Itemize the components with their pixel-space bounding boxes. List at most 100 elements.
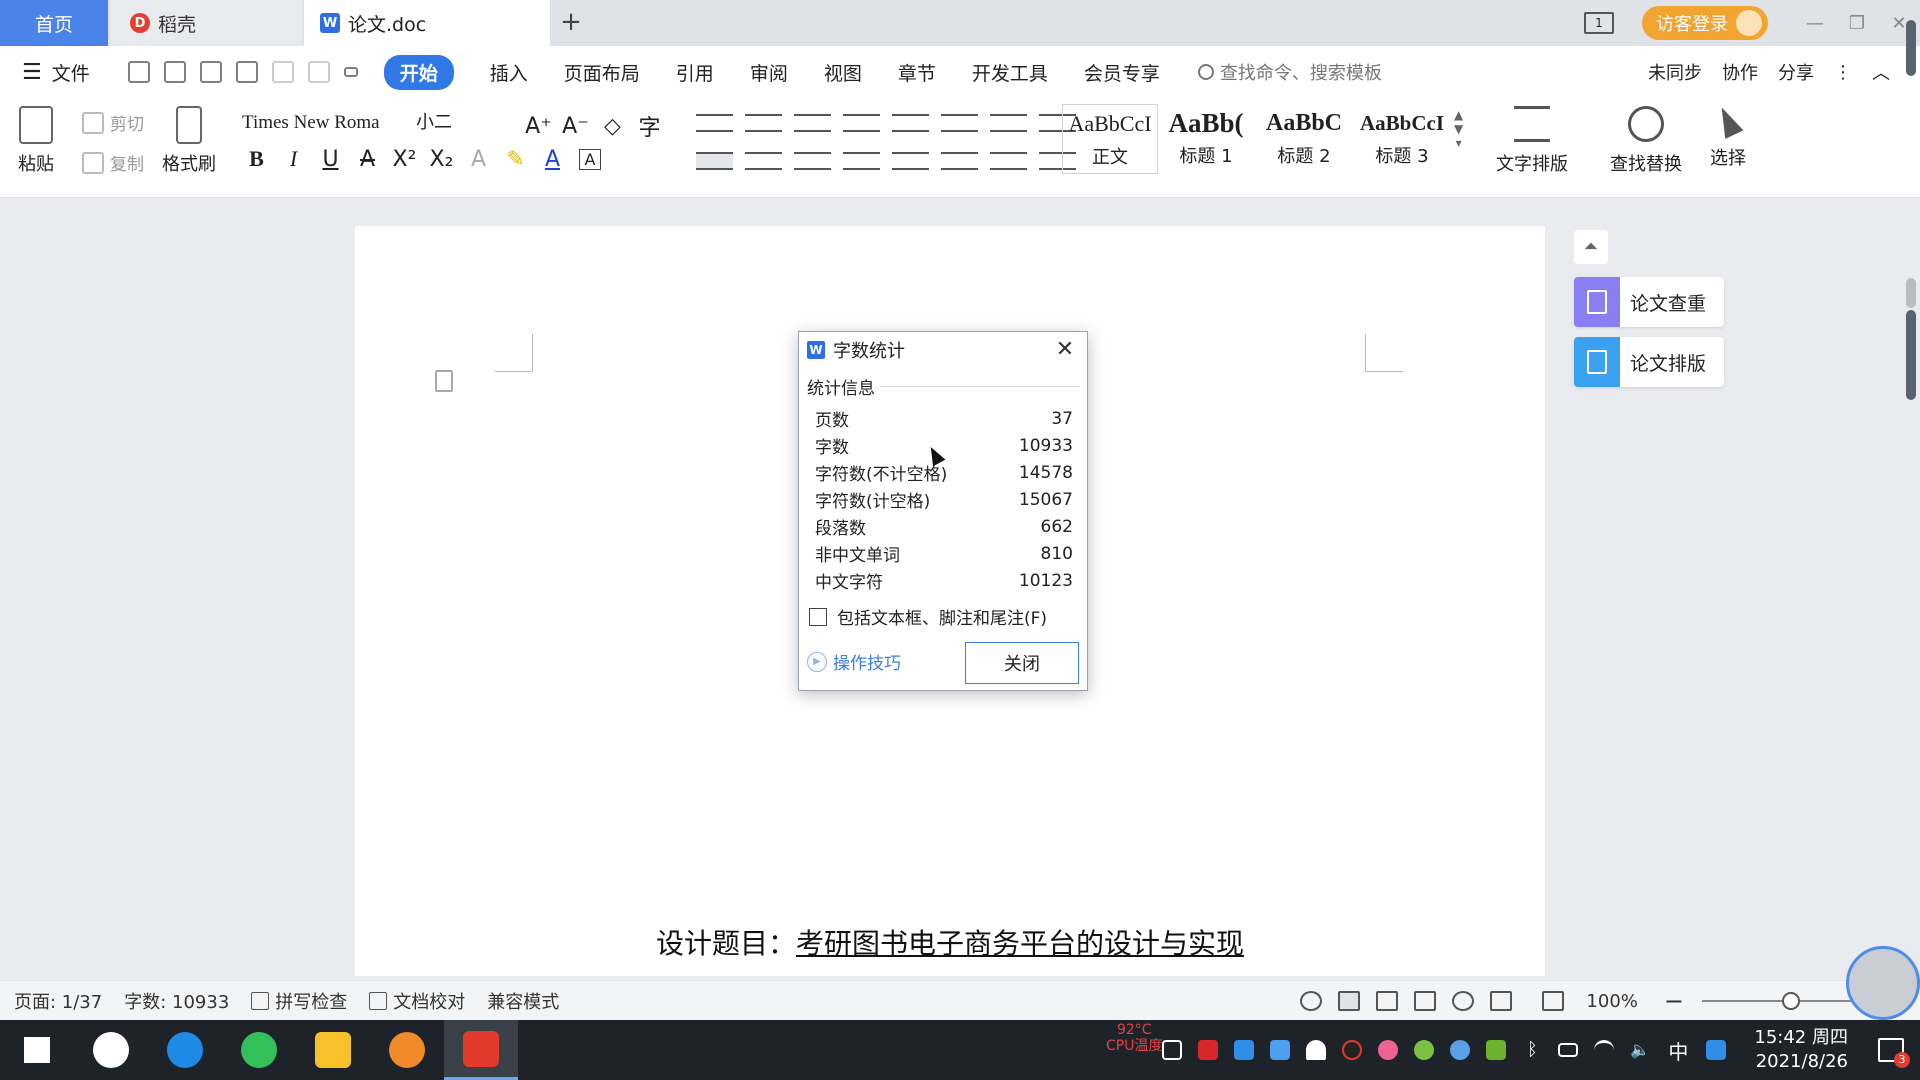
align-center-icon[interactable] [745, 152, 782, 170]
align-right-icon[interactable] [794, 152, 831, 170]
numbered-list-icon[interactable] [745, 114, 782, 132]
tray-app-icon[interactable] [1706, 1040, 1727, 1060]
assistant-avatar-icon[interactable] [1846, 946, 1920, 1020]
menu-tab-developer[interactable]: 开发工具 [972, 59, 1048, 86]
collaborate-button[interactable]: 协作 [1722, 59, 1758, 85]
proofread-button[interactable]: 文档校对 [369, 988, 465, 1014]
dialog-titlebar[interactable]: W 字数统计 [799, 332, 1087, 368]
word-count-indicator[interactable]: 字数: 10933 [124, 988, 229, 1014]
print-preview-icon[interactable] [235, 61, 258, 83]
select-button[interactable]: 选择 [1710, 103, 1746, 170]
write-mode-icon[interactable] [1490, 991, 1513, 1011]
increase-indent-icon[interactable] [843, 114, 880, 132]
paper-format-button[interactable]: 论文排版 [1574, 337, 1724, 387]
tray-app-icon[interactable] [1414, 1040, 1435, 1060]
collapse-ribbon-icon[interactable]: ︿ [1872, 59, 1890, 85]
tray-monitor-icon[interactable] [1162, 1040, 1183, 1060]
style-heading-1[interactable]: AaBb( 标题 1 [1158, 104, 1254, 174]
shrink-font-icon[interactable]: A⁻ [557, 114, 594, 139]
find-replace-button[interactable]: 查找替换 [1610, 106, 1682, 176]
highlight-button[interactable]: ✎ [497, 147, 534, 172]
tab-document[interactable]: W 论文.doc [304, 0, 550, 46]
vertical-scrollbar[interactable] [1900, 200, 1920, 980]
page-view-icon[interactable] [1338, 991, 1361, 1011]
tab-daoke[interactable]: D 稻壳 [110, 0, 302, 46]
text-layout-button[interactable]: 文字排版 [1496, 106, 1568, 176]
new-tab-button[interactable]: + [556, 8, 586, 38]
menu-tab-view[interactable]: 视图 [824, 59, 862, 86]
bold-button[interactable]: B [238, 146, 275, 172]
copy-button[interactable]: 复制 [82, 150, 144, 175]
bluetooth-icon[interactable]: ᛒ [1522, 1040, 1542, 1060]
dialog-close-icon[interactable]: ✕ [1053, 338, 1077, 362]
tray-app-icon[interactable] [1198, 1040, 1219, 1060]
undo-icon[interactable] [271, 61, 294, 83]
bullet-list-icon[interactable] [696, 114, 733, 132]
menu-tab-page-layout[interactable]: 页面布局 [564, 59, 640, 86]
cut-button[interactable]: 剪切 [82, 110, 144, 135]
zoom-out-button[interactable]: − [1664, 987, 1684, 1015]
notification-center-icon[interactable]: 3 [1878, 1038, 1910, 1068]
side-panel-collapse-icon[interactable]: ⏶ [1574, 230, 1608, 264]
style-normal[interactable]: AaBbCcI 正文 [1062, 104, 1158, 174]
minimize-button[interactable]: — [1794, 13, 1836, 34]
distribute-icon[interactable] [892, 152, 929, 170]
print-icon[interactable] [199, 61, 222, 83]
shield-icon[interactable] [1270, 1040, 1291, 1060]
fit-page-icon[interactable] [1542, 991, 1565, 1011]
style-heading-2[interactable]: AaBbC 标题 2 [1256, 104, 1352, 174]
sync-button[interactable]: 未同步 [1648, 59, 1702, 85]
battery-icon[interactable] [1558, 1043, 1579, 1057]
format-painter-button[interactable]: 格式刷 [162, 106, 216, 176]
tray-app-icon[interactable] [1450, 1040, 1471, 1060]
grow-font-icon[interactable]: A⁺ [520, 114, 557, 139]
font-size-select[interactable]: 小二 [412, 108, 510, 138]
menu-tab-member[interactable]: 会员专享 [1084, 59, 1160, 86]
file-menu[interactable]: ☰ 文件 [22, 59, 90, 86]
strikethrough-button[interactable]: A [349, 147, 386, 172]
tips-link[interactable]: ▶ 操作技巧 [807, 649, 901, 674]
menu-tab-start[interactable]: 开始 [383, 54, 454, 90]
export-icon[interactable] [163, 61, 186, 83]
page-note-icon[interactable] [435, 370, 453, 392]
phonetic-guide-icon[interactable]: 字 [631, 110, 668, 142]
style-heading-3[interactable]: AaBbCcI 标题 3 [1354, 104, 1450, 174]
dialog-close-button[interactable]: 关闭 [965, 642, 1079, 684]
qq-icon[interactable] [1342, 1040, 1363, 1060]
outline-view-icon[interactable] [1376, 991, 1399, 1011]
shading-icon[interactable] [990, 152, 1027, 170]
wifi-icon[interactable] [1594, 1040, 1615, 1060]
scrollbar-thumb[interactable] [1906, 310, 1916, 400]
font-color-button[interactable]: A [534, 147, 571, 172]
menu-tab-review[interactable]: 审阅 [750, 59, 788, 86]
tray-app-icon[interactable] [1234, 1040, 1255, 1060]
save-icon[interactable] [127, 61, 150, 83]
menu-tab-references[interactable]: 引用 [676, 59, 714, 86]
start-button[interactable] [0, 1020, 74, 1080]
more-icon[interactable]: ⋮ [1834, 62, 1852, 83]
show-marks-icon[interactable] [990, 114, 1027, 132]
chinese-layout-icon[interactable] [892, 114, 929, 132]
zoom-level-select[interactable]: 100% [1586, 991, 1637, 1012]
checkbox-box[interactable] [809, 607, 827, 626]
share-button[interactable]: 分享 [1778, 59, 1814, 85]
taskbar-app[interactable] [222, 1020, 296, 1080]
superscript-button[interactable]: X² [386, 147, 423, 172]
clock[interactable]: 15:42 周四 2021/8/26 [1754, 1026, 1848, 1074]
line-spacing-icon[interactable] [941, 152, 978, 170]
include-textbox-checkbox[interactable]: 包括文本框、脚注和尾注(F) [809, 604, 1087, 629]
italic-button[interactable]: I [275, 146, 312, 172]
login-button[interactable]: 访客登录 [1642, 6, 1768, 40]
char-border-button[interactable]: A [579, 148, 601, 170]
bell-icon[interactable] [1306, 1040, 1327, 1060]
taskbar-app[interactable] [74, 1020, 148, 1080]
underline-button[interactable]: U [312, 147, 349, 172]
nvidia-icon[interactable] [1486, 1040, 1507, 1060]
web-view-icon[interactable] [1452, 991, 1475, 1011]
menu-tab-insert[interactable]: 插入 [490, 59, 528, 86]
command-search[interactable]: 查找命令、搜索模板 [1197, 59, 1382, 85]
decrease-indent-icon[interactable] [794, 114, 831, 132]
tab-home[interactable]: 首页 [0, 0, 108, 46]
taskbar-app[interactable] [296, 1020, 370, 1080]
qq-icon[interactable] [1378, 1040, 1399, 1060]
